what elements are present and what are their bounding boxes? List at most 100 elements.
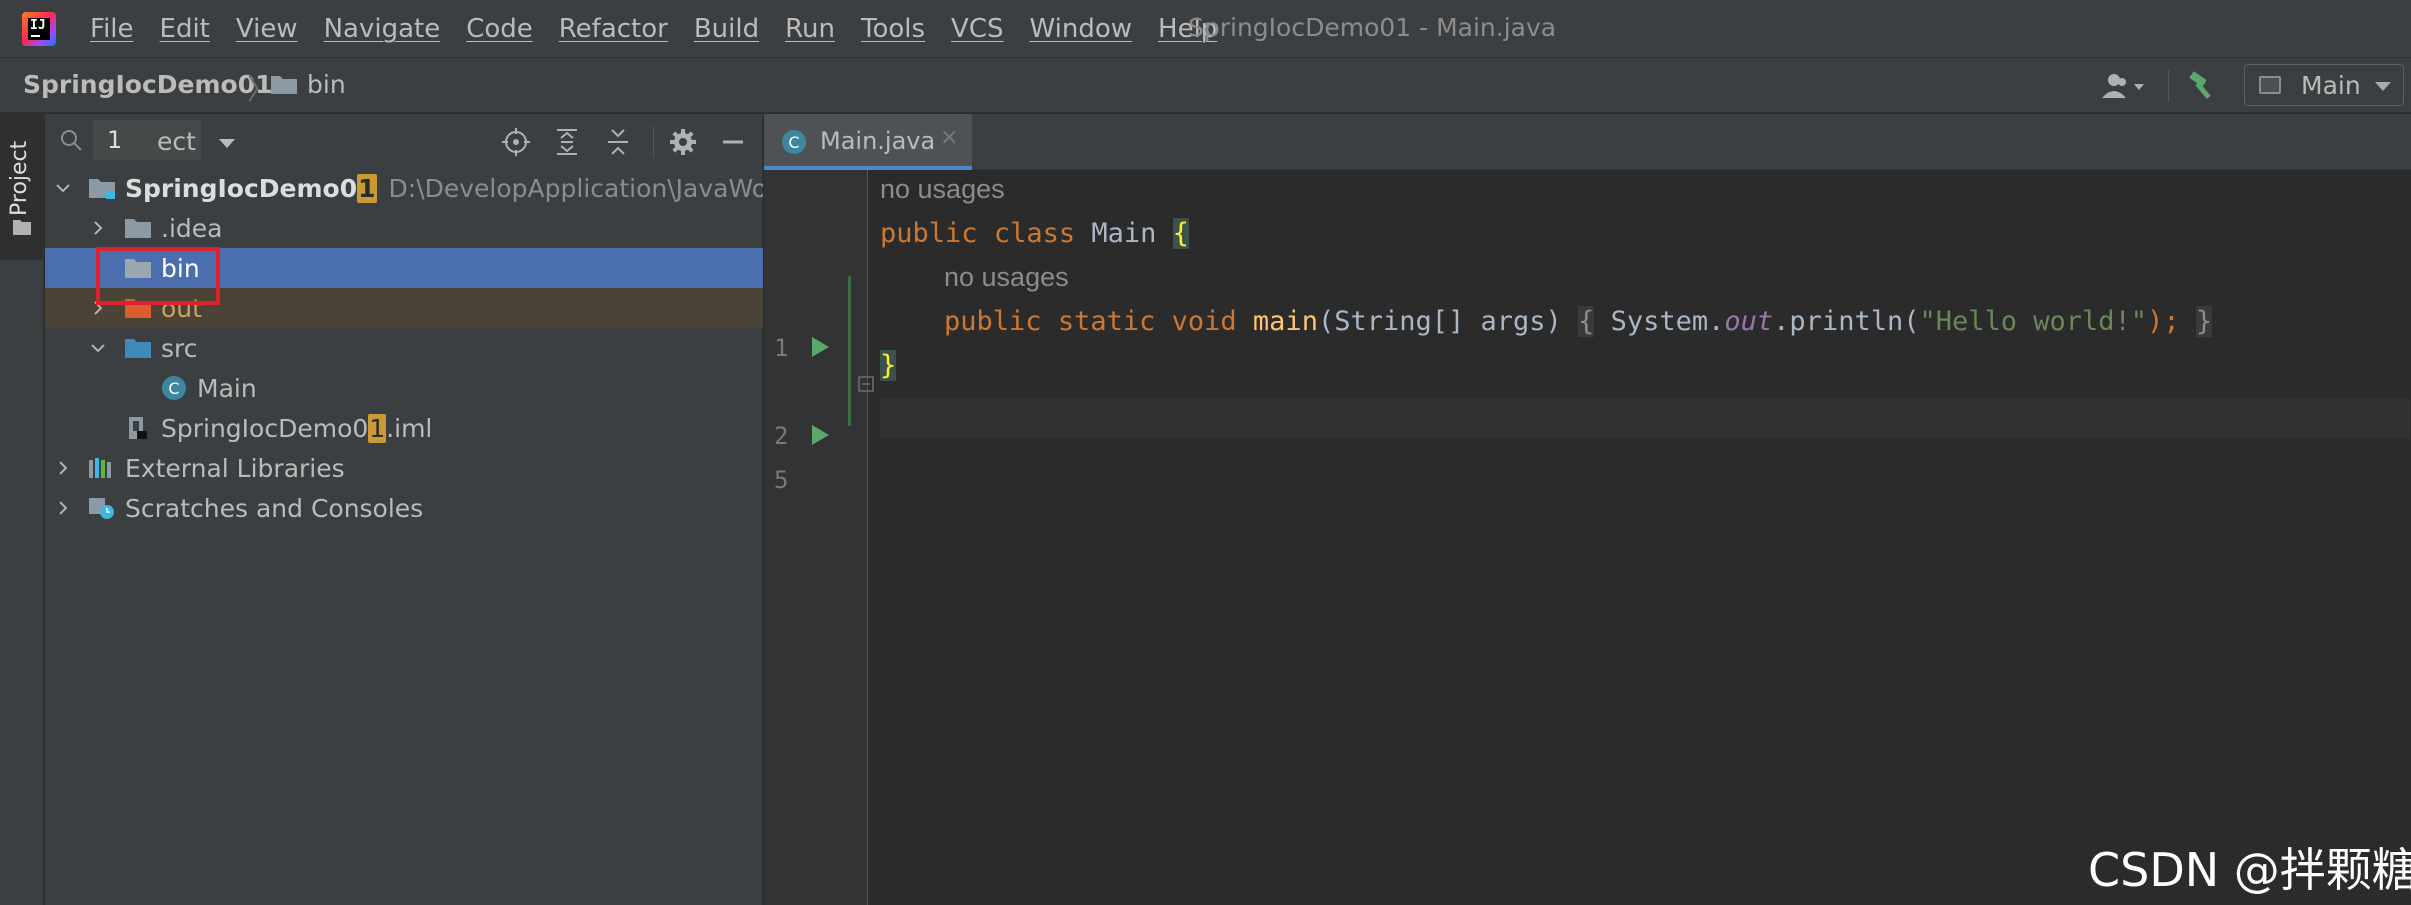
search-icon [61, 130, 82, 151]
project-view-selector[interactable]: ect [157, 127, 196, 156]
menu-code[interactable]: Code [466, 14, 533, 44]
tab-label: Main.java [820, 127, 936, 155]
run-gutter-icon[interactable] [810, 424, 830, 446]
chevron-down-icon[interactable] [90, 340, 106, 356]
module-folder-icon [89, 179, 115, 199]
run-gutter-icon[interactable] [810, 336, 830, 358]
tree-item-label: External Libraries [125, 454, 345, 483]
inlay-hint-usages[interactable]: no usages [880, 174, 1005, 205]
tree-item-external-libraries[interactable]: External Libraries [45, 448, 763, 488]
svg-text:C: C [788, 133, 799, 152]
keyword: public [880, 218, 978, 249]
receiver: System. [1610, 306, 1725, 337]
project-panel-header: 1 ect [45, 114, 763, 168]
folder-icon [13, 220, 31, 235]
search-match-highlight: 1 [357, 174, 377, 203]
method-name: main [1252, 306, 1318, 337]
brace-match: } [880, 350, 897, 381]
toolbar-separator [2168, 70, 2169, 102]
annotation-highlight-box [96, 247, 220, 305]
java-class-icon: C [782, 130, 806, 154]
project-path: D:\DevelopApplication\JavaWorkSp [388, 174, 763, 203]
chevron-down-icon [2375, 82, 2391, 91]
code-editor[interactable]: no usages public class Main { no usages … [880, 170, 2410, 905]
chevron-right-icon[interactable] [55, 500, 71, 516]
folded-brace[interactable]: { [1578, 306, 1595, 337]
select-opened-file-icon[interactable] [500, 126, 532, 158]
tree-item-idea[interactable]: .idea [45, 208, 763, 248]
tree-item-label: Main [197, 374, 257, 403]
navigation-bar: SpringIocDemo01 〉 bin Main [0, 57, 2411, 113]
project-name-text: SpringIocDemo0 [125, 174, 358, 203]
project-tool-label: Project [7, 140, 32, 216]
menu-file[interactable]: File [90, 14, 134, 44]
chevron-right-icon[interactable] [55, 460, 71, 476]
gear-icon[interactable] [667, 126, 699, 158]
menu-run[interactable]: Run [785, 14, 835, 44]
caret-row-highlight [880, 398, 2410, 438]
editor-tab-bar: C Main.java × [764, 114, 2411, 170]
tree-item-src[interactable]: src [45, 328, 763, 368]
breadcrumb-folder[interactable]: bin [307, 70, 346, 99]
menu-edit[interactable]: Edit [160, 14, 210, 44]
fold-toggle-icon[interactable] [858, 376, 874, 392]
folder-icon [125, 219, 151, 238]
svg-text:C: C [168, 379, 179, 398]
tree-item-label: .idea [161, 214, 223, 243]
menu-window[interactable]: Window [1030, 14, 1133, 44]
tree-item-scratches[interactable]: Scratches and Consoles [45, 488, 763, 528]
main-menu: File Edit View Navigate Code Refactor Bu… [90, 0, 1243, 57]
menu-tools[interactable]: Tools [861, 14, 925, 44]
method-call: .println( [1773, 306, 1920, 337]
application-config-icon [2259, 76, 2281, 94]
menu-view[interactable]: View [236, 14, 298, 44]
folded-brace[interactable]: } [2195, 306, 2213, 337]
menu-refactor[interactable]: Refactor [559, 14, 668, 44]
keyword: static [1057, 306, 1156, 337]
csdn-watermark: CSDN @拌颗糖 [2088, 843, 2411, 897]
intellij-logo-icon[interactable]: IJ [22, 12, 56, 46]
chevron-down-icon[interactable] [55, 180, 71, 196]
folder-icon [271, 76, 297, 94]
breadcrumb-project[interactable]: SpringIocDemo01 [23, 70, 273, 99]
tab-main-java[interactable]: C Main.java × [764, 114, 972, 170]
tree-item-label: SpringIocDemo01.iml [161, 414, 432, 443]
line-number: 2 [774, 422, 789, 450]
code-line-5: } [880, 350, 897, 381]
string-literal: "Hello world!" [1919, 306, 2148, 337]
hide-panel-icon[interactable] [717, 126, 749, 158]
line-number: 5 [774, 466, 789, 494]
chevron-right-icon[interactable] [90, 220, 106, 236]
editor-area: C Main.java × 1 2 5 no usages public cla… [764, 114, 2411, 905]
window-title: SpringIocDemo01 - Main.java [1188, 13, 1557, 42]
menu-build[interactable]: Build [694, 14, 759, 44]
expand-all-icon[interactable] [551, 126, 583, 158]
close-icon[interactable]: × [940, 125, 958, 150]
tree-item-project-root[interactable]: SpringIocDemo01 D:\DevelopApplication\Jav… [45, 168, 763, 208]
class-name: Main [1091, 218, 1157, 249]
build-hammer-icon[interactable] [2186, 70, 2218, 102]
line-number: 1 [774, 334, 789, 362]
method-params: (String[] args) [1317, 306, 1562, 337]
project-tool-window-button[interactable]: Project [0, 114, 43, 260]
java-class-icon: C [162, 376, 186, 400]
scratches-icon [89, 498, 114, 519]
run-configuration-select[interactable]: Main [2244, 64, 2404, 106]
menu-vcs[interactable]: VCS [951, 14, 1003, 44]
search-match-highlight: 1 [368, 414, 387, 443]
header-separator [653, 126, 654, 158]
inlay-hint-usages[interactable]: no usages [944, 262, 1069, 293]
vcs-change-marker [848, 276, 851, 426]
tree-item-iml-file[interactable]: SpringIocDemo01.iml [45, 408, 763, 448]
left-tool-stripe: Project [0, 114, 44, 905]
collapse-all-icon[interactable] [602, 126, 634, 158]
editor-gutter: 1 2 5 [764, 170, 868, 905]
menu-navigate[interactable]: Navigate [324, 14, 441, 44]
project-panel: 1 ect SpringIocDemo01 D:\DevelopApplicat… [45, 114, 763, 905]
tree-item-main-class[interactable]: C Main [45, 368, 763, 408]
file-name-text: SpringIocDemo0 [161, 414, 369, 443]
chevron-down-icon[interactable] [219, 139, 235, 148]
tree-item-label: src [161, 334, 198, 363]
user-dropdown-icon[interactable] [2100, 72, 2146, 100]
brace-match: { [1172, 218, 1189, 249]
